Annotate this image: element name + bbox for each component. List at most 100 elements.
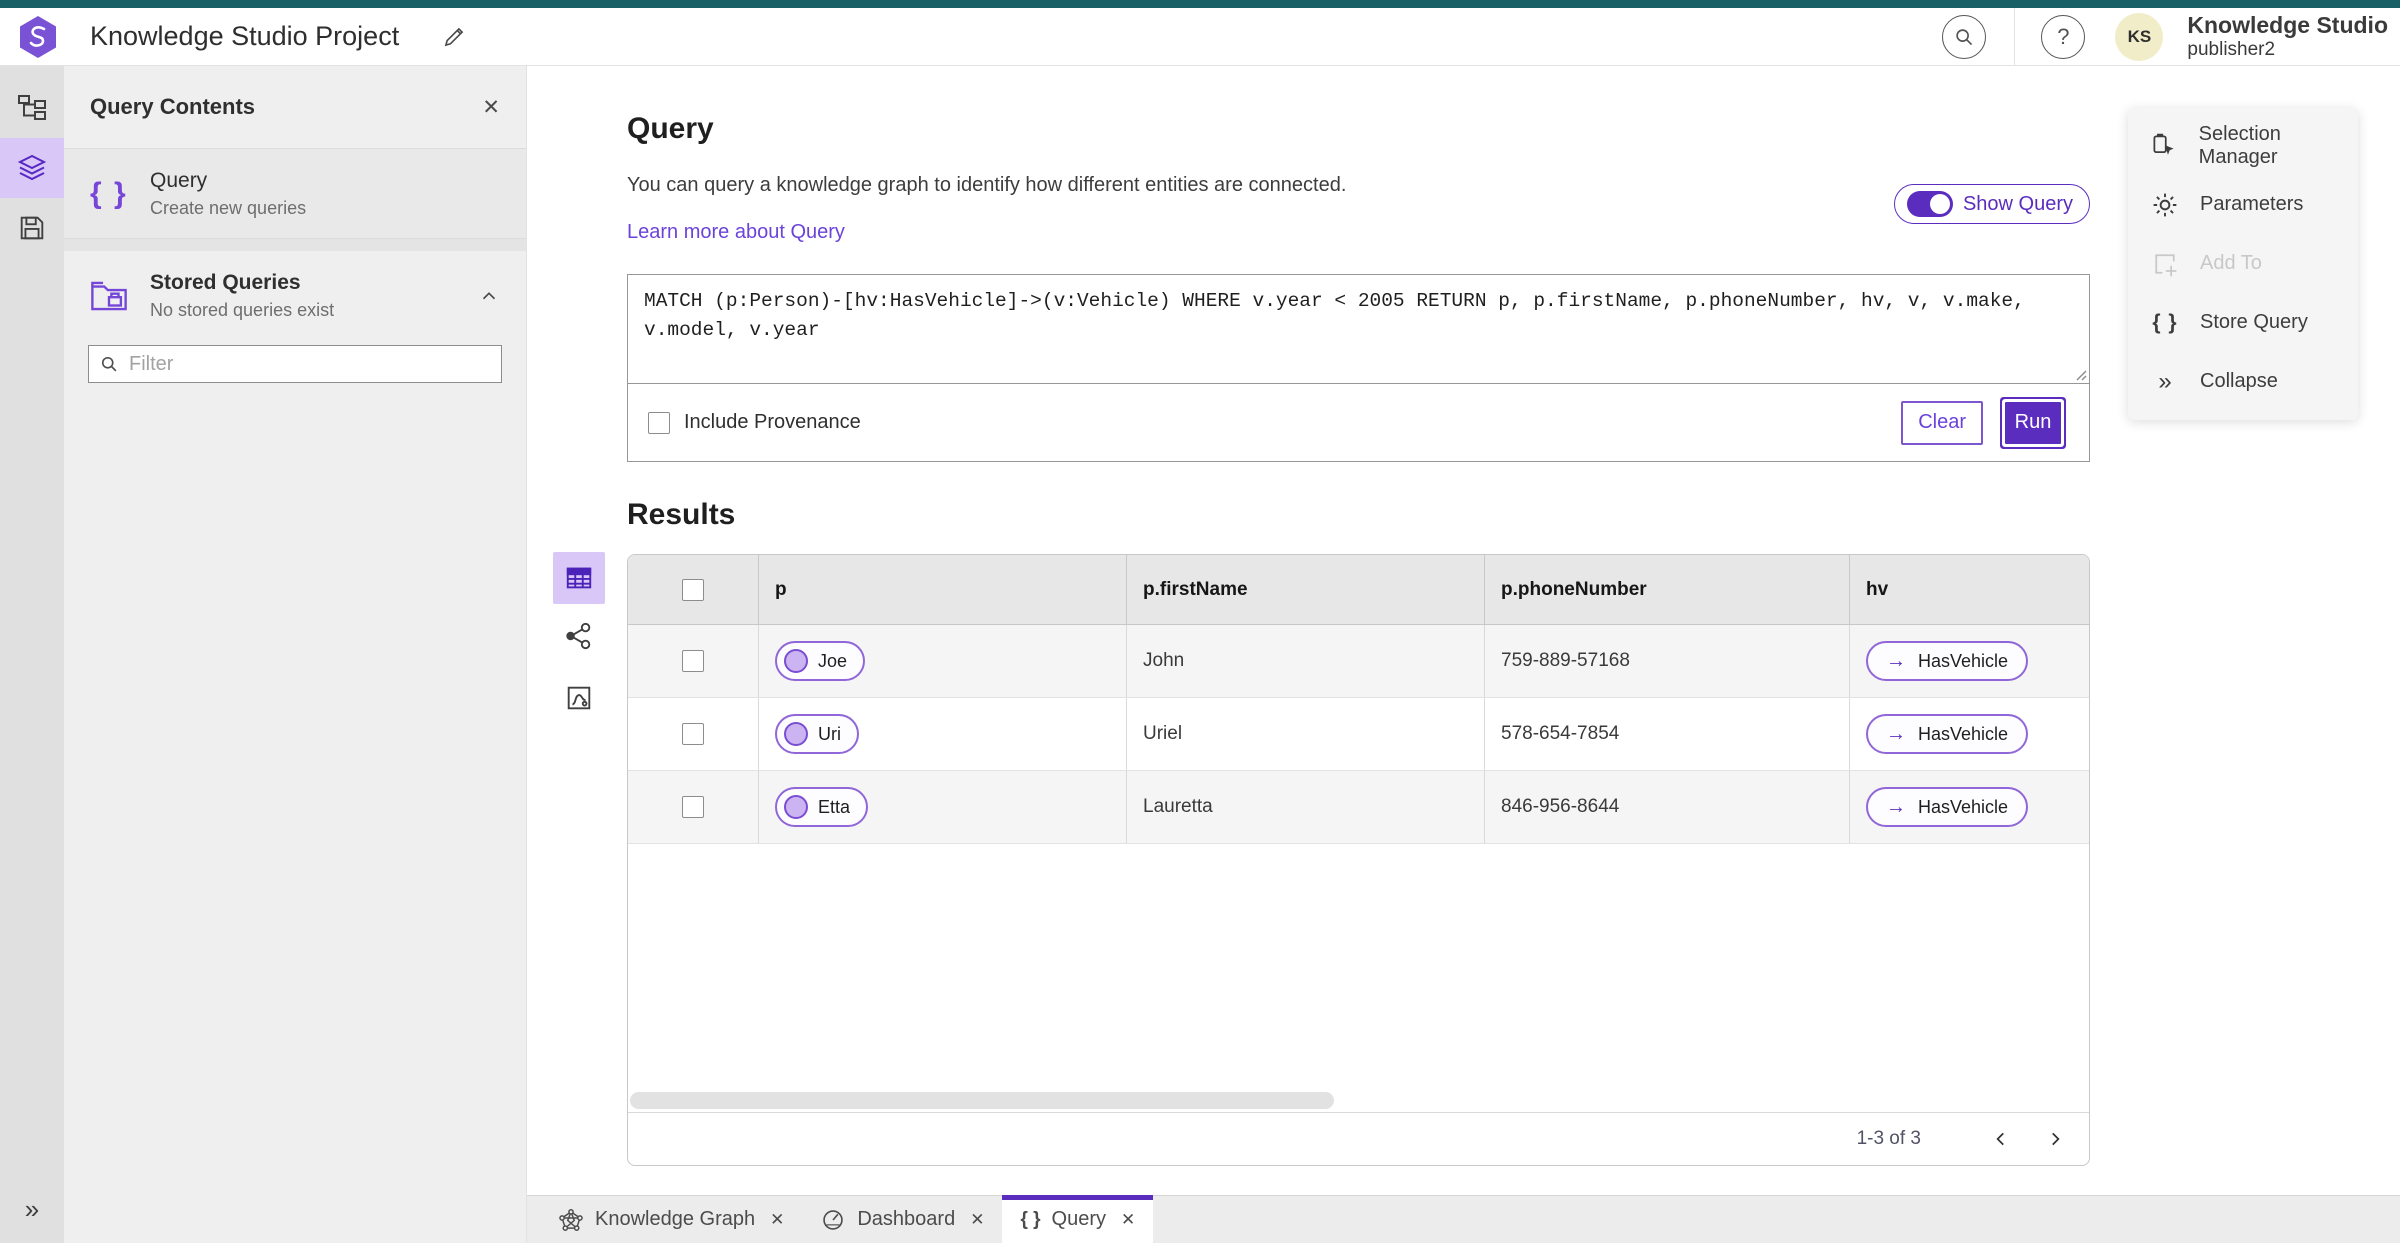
column-header-firstname[interactable]: p.firstName bbox=[1126, 555, 1484, 624]
table-row: Etta Lauretta 846-956-8644 → HasVehicle bbox=[628, 771, 2089, 844]
save-icon bbox=[20, 216, 44, 240]
left-rail: » bbox=[0, 66, 64, 1243]
search-button[interactable] bbox=[1942, 14, 1987, 59]
row-checkbox[interactable] bbox=[682, 650, 704, 672]
cell-firstname: Lauretta bbox=[1143, 796, 1213, 817]
rail-item-layers[interactable] bbox=[0, 138, 64, 198]
entity-node-pill[interactable]: Etta bbox=[775, 787, 869, 827]
close-panel-icon[interactable]: ✕ bbox=[482, 95, 500, 120]
main-content: Query You can query a knowledge graph to… bbox=[527, 66, 2400, 1243]
relationship-pill[interactable]: → HasVehicle bbox=[1866, 787, 2029, 827]
run-button[interactable]: Run bbox=[2005, 401, 2061, 444]
relationship-pill[interactable]: → HasVehicle bbox=[1866, 641, 2029, 681]
entity-label: Uri bbox=[818, 723, 841, 744]
select-all-checkbox[interactable] bbox=[682, 578, 704, 601]
filter-input[interactable] bbox=[129, 352, 491, 376]
clear-button[interactable]: Clear bbox=[1901, 400, 1983, 445]
table-row: Uri Uriel 578-654-7854 → HasVehicle bbox=[628, 698, 2089, 771]
table-row: Joe John 759-889-57168 → HasVehicle bbox=[628, 625, 2089, 698]
close-tab-icon[interactable]: ✕ bbox=[1121, 1210, 1135, 1230]
menu-item-collapse[interactable]: » Collapse bbox=[2128, 352, 2358, 411]
entity-node-pill[interactable]: Joe bbox=[775, 641, 866, 681]
menu-item-label: Parameters bbox=[2200, 193, 2304, 215]
table-view-button[interactable] bbox=[553, 552, 605, 604]
query-editor-box: MATCH (p:Person)-[hv:HasVehicle]->(v:Veh… bbox=[627, 274, 2090, 462]
avatar[interactable]: KS bbox=[2115, 12, 2164, 61]
chevron-left-icon bbox=[1996, 1132, 2004, 1146]
stored-item-sublabel: No stored queries exist bbox=[150, 300, 335, 320]
node-circle-icon bbox=[784, 722, 808, 746]
cell-firstname: Uriel bbox=[1143, 723, 1183, 744]
page-description: You can query a knowledge graph to ident… bbox=[627, 174, 1347, 196]
chevron-right-icon bbox=[2052, 1132, 2060, 1146]
menu-item-selection-manager[interactable]: Selection Manager bbox=[2128, 116, 2358, 175]
cell-phonenumber: 578-654-7854 bbox=[1501, 723, 1620, 744]
relationship-pill[interactable]: → HasVehicle bbox=[1866, 714, 2029, 754]
include-provenance-label: Include Provenance bbox=[684, 411, 861, 433]
tab-dashboard[interactable]: Dashboard ✕ bbox=[802, 1196, 1002, 1243]
query-input[interactable]: MATCH (p:Person)-[hv:HasVehicle]->(v:Veh… bbox=[628, 275, 2089, 378]
include-provenance-checkbox[interactable] bbox=[648, 411, 670, 434]
query-contents-panel: Query Contents ✕ { } Query Create new qu… bbox=[64, 66, 527, 1243]
rail-item-hierarchy[interactable] bbox=[0, 78, 64, 138]
column-header-p[interactable]: p bbox=[758, 555, 1126, 624]
relationship-label: HasVehicle bbox=[1918, 796, 2009, 817]
expand-panel-button[interactable]: » bbox=[25, 1194, 39, 1243]
page-title: Query bbox=[627, 112, 714, 145]
panel-header: Query Contents ✕ bbox=[64, 66, 526, 148]
resize-handle-icon[interactable] bbox=[2073, 367, 2087, 381]
node-circle-icon bbox=[784, 795, 808, 819]
show-query-toggle[interactable]: Show Query bbox=[1893, 184, 2090, 224]
bottom-tab-bar: Knowledge Graph ✕ Dashboard ✕ { } Query … bbox=[527, 1195, 2400, 1243]
graph-view-icon bbox=[566, 622, 591, 650]
close-tab-icon[interactable]: ✕ bbox=[970, 1210, 984, 1230]
query-item-sublabel: Create new queries bbox=[150, 197, 307, 218]
layers-icon bbox=[17, 154, 47, 181]
table-header-row: p p.firstName p.phoneNumber hv bbox=[628, 555, 2089, 625]
menu-item-label: Collapse bbox=[2200, 370, 2278, 392]
braces-icon: { } bbox=[90, 176, 128, 210]
menu-item-add-to[interactable]: Add To bbox=[2128, 234, 2358, 293]
tab-query[interactable]: { } Query ✕ bbox=[1002, 1195, 1154, 1243]
help-icon: ? bbox=[2057, 23, 2070, 49]
edit-title-icon[interactable] bbox=[441, 24, 467, 50]
panel-title: Query Contents bbox=[90, 94, 256, 119]
rail-item-save[interactable] bbox=[0, 198, 64, 258]
help-button[interactable]: ? bbox=[2041, 14, 2086, 59]
row-checkbox[interactable] bbox=[682, 796, 704, 818]
tab-knowledge-graph[interactable]: Knowledge Graph ✕ bbox=[540, 1196, 802, 1243]
chart-view-button[interactable] bbox=[553, 676, 605, 720]
column-header-hv[interactable]: hv bbox=[1849, 555, 2089, 624]
panel-item-stored-queries[interactable]: Stored Queries No stored queries exist bbox=[64, 251, 526, 327]
learn-more-link[interactable]: Learn more about Query bbox=[627, 221, 845, 244]
chart-view-icon bbox=[567, 686, 591, 710]
project-title: Knowledge Studio Project bbox=[90, 21, 400, 51]
relationship-label: HasVehicle bbox=[1918, 650, 2009, 671]
app-header: Knowledge Studio Project ? KS Knowledge … bbox=[0, 7, 2400, 66]
menu-item-label: Selection Manager bbox=[2198, 122, 2281, 168]
collapse-section-icon[interactable] bbox=[478, 285, 500, 307]
toggle-on-icon bbox=[1906, 191, 1953, 217]
top-accent-strip bbox=[0, 0, 2400, 8]
next-page-button[interactable] bbox=[2035, 1119, 2075, 1159]
scrollbar-thumb[interactable] bbox=[630, 1092, 1334, 1109]
filter-field bbox=[88, 345, 502, 383]
app-logo-icon bbox=[20, 15, 56, 58]
close-tab-icon[interactable]: ✕ bbox=[770, 1210, 784, 1230]
tab-label: Dashboard bbox=[857, 1208, 956, 1230]
previous-page-button[interactable] bbox=[1981, 1119, 2021, 1159]
stored-queries-folder-icon bbox=[90, 279, 136, 313]
table-empty-area bbox=[628, 844, 2089, 1090]
show-query-label: Show Query bbox=[1962, 192, 2073, 215]
entity-node-pill[interactable]: Uri bbox=[775, 714, 859, 754]
header-divider bbox=[2014, 7, 2016, 66]
column-header-phonenumber[interactable]: p.phoneNumber bbox=[1484, 555, 1849, 624]
menu-item-parameters[interactable]: Parameters bbox=[2128, 175, 2358, 234]
panel-item-query[interactable]: { } Query Create new queries bbox=[64, 149, 526, 239]
row-checkbox[interactable] bbox=[682, 723, 704, 745]
menu-item-store-query[interactable]: { } Store Query bbox=[2128, 293, 2358, 352]
tab-label: Query bbox=[1051, 1208, 1106, 1230]
user-name: Knowledge Studio bbox=[2187, 11, 2388, 38]
tree-view-icon bbox=[18, 95, 46, 120]
graph-view-button[interactable] bbox=[553, 614, 605, 658]
